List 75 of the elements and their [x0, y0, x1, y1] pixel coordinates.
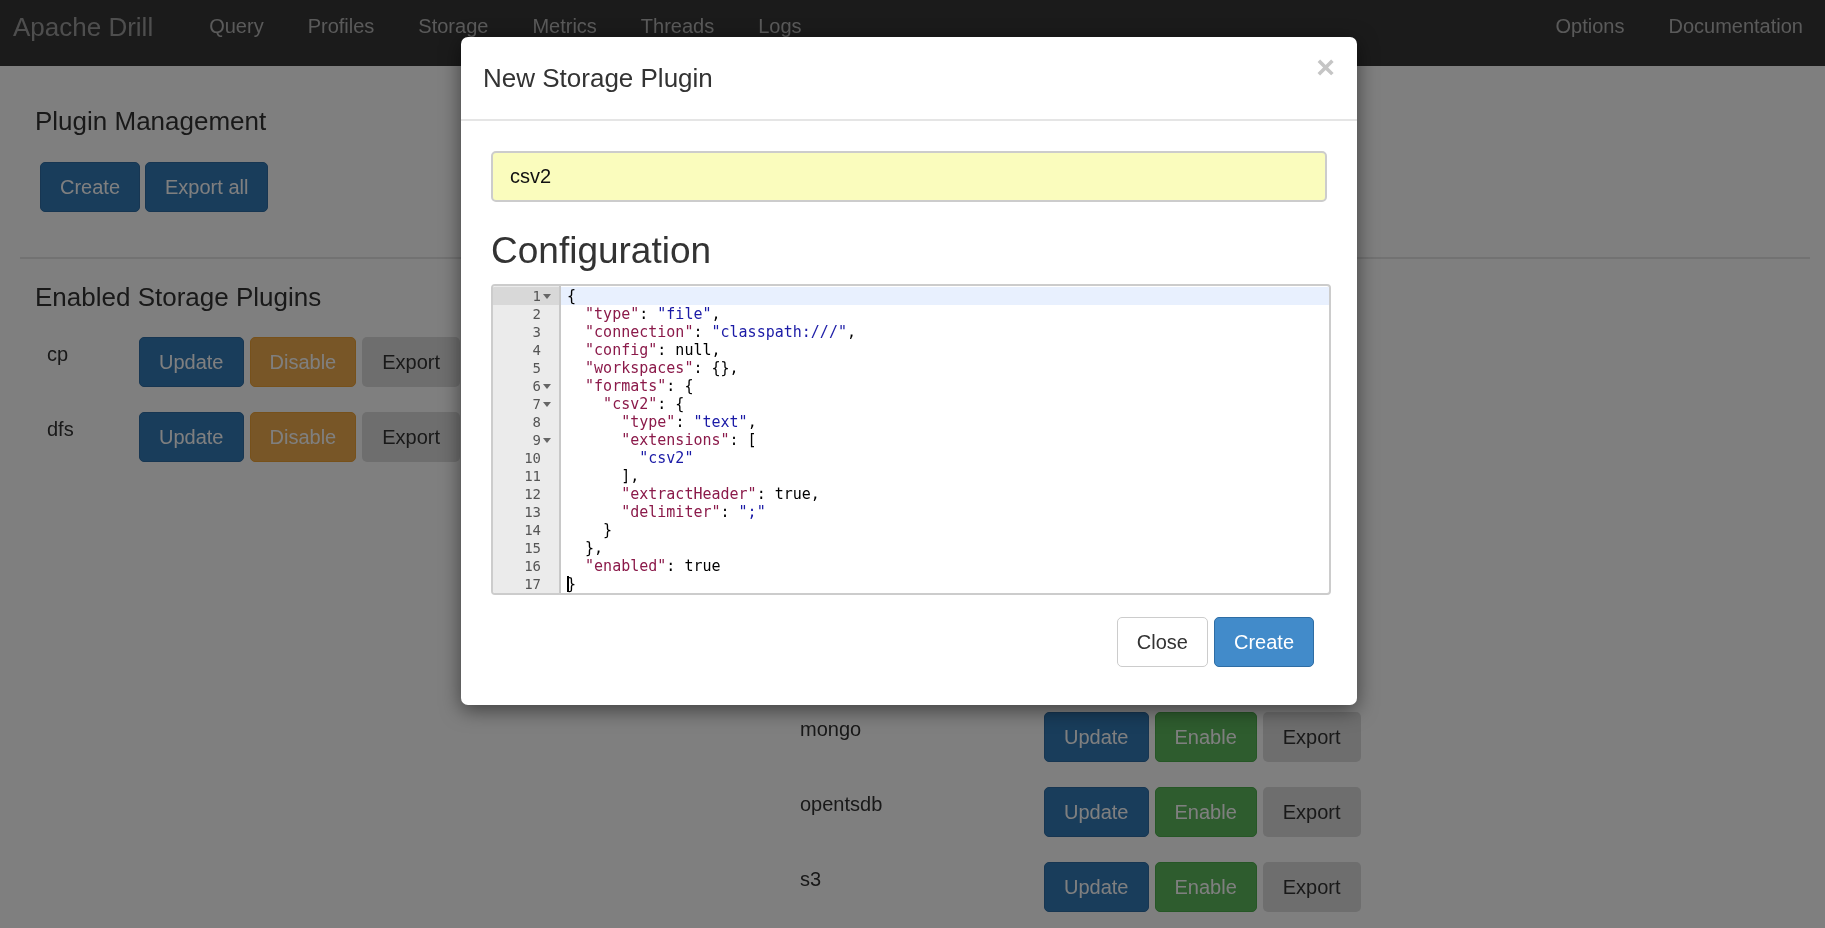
line-number: 12 — [524, 485, 541, 503]
fold-arrow-icon[interactable] — [543, 293, 551, 299]
code-line: } — [602, 521, 613, 539]
code-line: "connection": "classpath:///", — [584, 323, 856, 341]
code-line: "type": "text", — [620, 413, 757, 431]
code-line: "formats": { — [584, 377, 694, 395]
line-number: 4 — [532, 341, 541, 359]
line-number: 11 — [524, 467, 541, 485]
nav-link[interactable]: Query — [187, 12, 286, 38]
nav-link[interactable]: Metrics — [510, 12, 619, 38]
export-button[interactable]: Export — [362, 412, 460, 462]
update-button[interactable]: Update — [1044, 862, 1149, 912]
line-number: 17 — [524, 575, 541, 593]
code-line: "type": "file", — [584, 305, 721, 323]
export-button[interactable]: Export — [1262, 862, 1361, 912]
code-line: "workspaces": {}, — [584, 359, 739, 377]
line-number: 14 — [524, 521, 541, 539]
nav-link[interactable]: Options — [1533, 12, 1647, 38]
section-title: Configuration — [491, 230, 712, 272]
line-number: 3 — [532, 323, 541, 341]
close-button[interactable]: Close — [1116, 617, 1208, 667]
update-button[interactable]: Update — [139, 337, 244, 387]
update-button[interactable]: Update — [1044, 787, 1149, 837]
nav-link[interactable]: Logs — [736, 12, 824, 38]
code-line: "enabled": true — [584, 557, 721, 575]
code-line: ], — [620, 467, 640, 485]
plugin-name: opentsdb — [799, 792, 884, 816]
line-number: 8 — [532, 413, 541, 431]
line-number: 16 — [524, 557, 541, 575]
line-number: 1 — [532, 287, 541, 305]
line-number: 2 — [532, 305, 541, 323]
fold-arrow-icon[interactable] — [543, 401, 551, 407]
export-button[interactable]: Export — [362, 337, 460, 387]
section-title: Plugin Management — [34, 106, 267, 137]
code-line: "extractHeader": true, — [620, 485, 820, 503]
disable-button[interactable]: Disable — [249, 337, 357, 387]
line-number: 15 — [524, 539, 541, 557]
code-line: "csv2": { — [602, 395, 685, 413]
nav-link[interactable]: Profiles — [285, 12, 397, 38]
create-button[interactable]: Create — [1213, 617, 1314, 667]
line-number: 13 — [524, 503, 541, 521]
nav-link[interactable]: Storage — [396, 12, 511, 38]
name-field[interactable]: csv2 — [491, 151, 1327, 202]
modal-title: New Storage Plugin — [483, 62, 713, 94]
line-number: 9 — [532, 431, 541, 449]
code-line: "config": null, — [584, 341, 721, 359]
disable-button[interactable]: Disable — [249, 412, 357, 462]
fold-arrow-icon[interactable] — [543, 437, 551, 443]
export-button[interactable]: Export — [1262, 787, 1361, 837]
line-number: 5 — [532, 359, 541, 377]
code-line: }, — [584, 539, 604, 557]
plugin-name: cp — [46, 342, 70, 366]
export-button[interactable]: Export — [1262, 712, 1361, 762]
code-line: "extensions": [ — [620, 431, 757, 449]
update-button[interactable]: Update — [1044, 712, 1149, 762]
section-title: Enabled Storage Plugins — [34, 282, 322, 313]
action-button[interactable]: Export all — [145, 162, 269, 212]
nav-link[interactable]: Documentation — [1646, 12, 1825, 38]
line-number: 7 — [532, 395, 541, 413]
update-button[interactable]: Update — [139, 412, 244, 462]
code-line: "csv2" — [638, 449, 694, 467]
action-button[interactable]: Create — [40, 162, 141, 212]
plugin-name: dfs — [46, 417, 75, 441]
line-number: 6 — [532, 377, 541, 395]
line-number: 10 — [524, 449, 541, 467]
enable-button[interactable]: Enable — [1154, 712, 1257, 762]
enable-button[interactable]: Enable — [1154, 862, 1257, 912]
nav-link[interactable]: Threads — [618, 12, 737, 38]
enable-button[interactable]: Enable — [1154, 787, 1257, 837]
code-line: "delimiter": ";" — [620, 503, 766, 521]
plugin-name: mongo — [799, 717, 863, 741]
plugin-name: s3 — [799, 867, 823, 891]
code-line: { — [567, 287, 577, 305]
fold-arrow-icon[interactable] — [543, 383, 551, 389]
code-line: } — [567, 575, 577, 593]
